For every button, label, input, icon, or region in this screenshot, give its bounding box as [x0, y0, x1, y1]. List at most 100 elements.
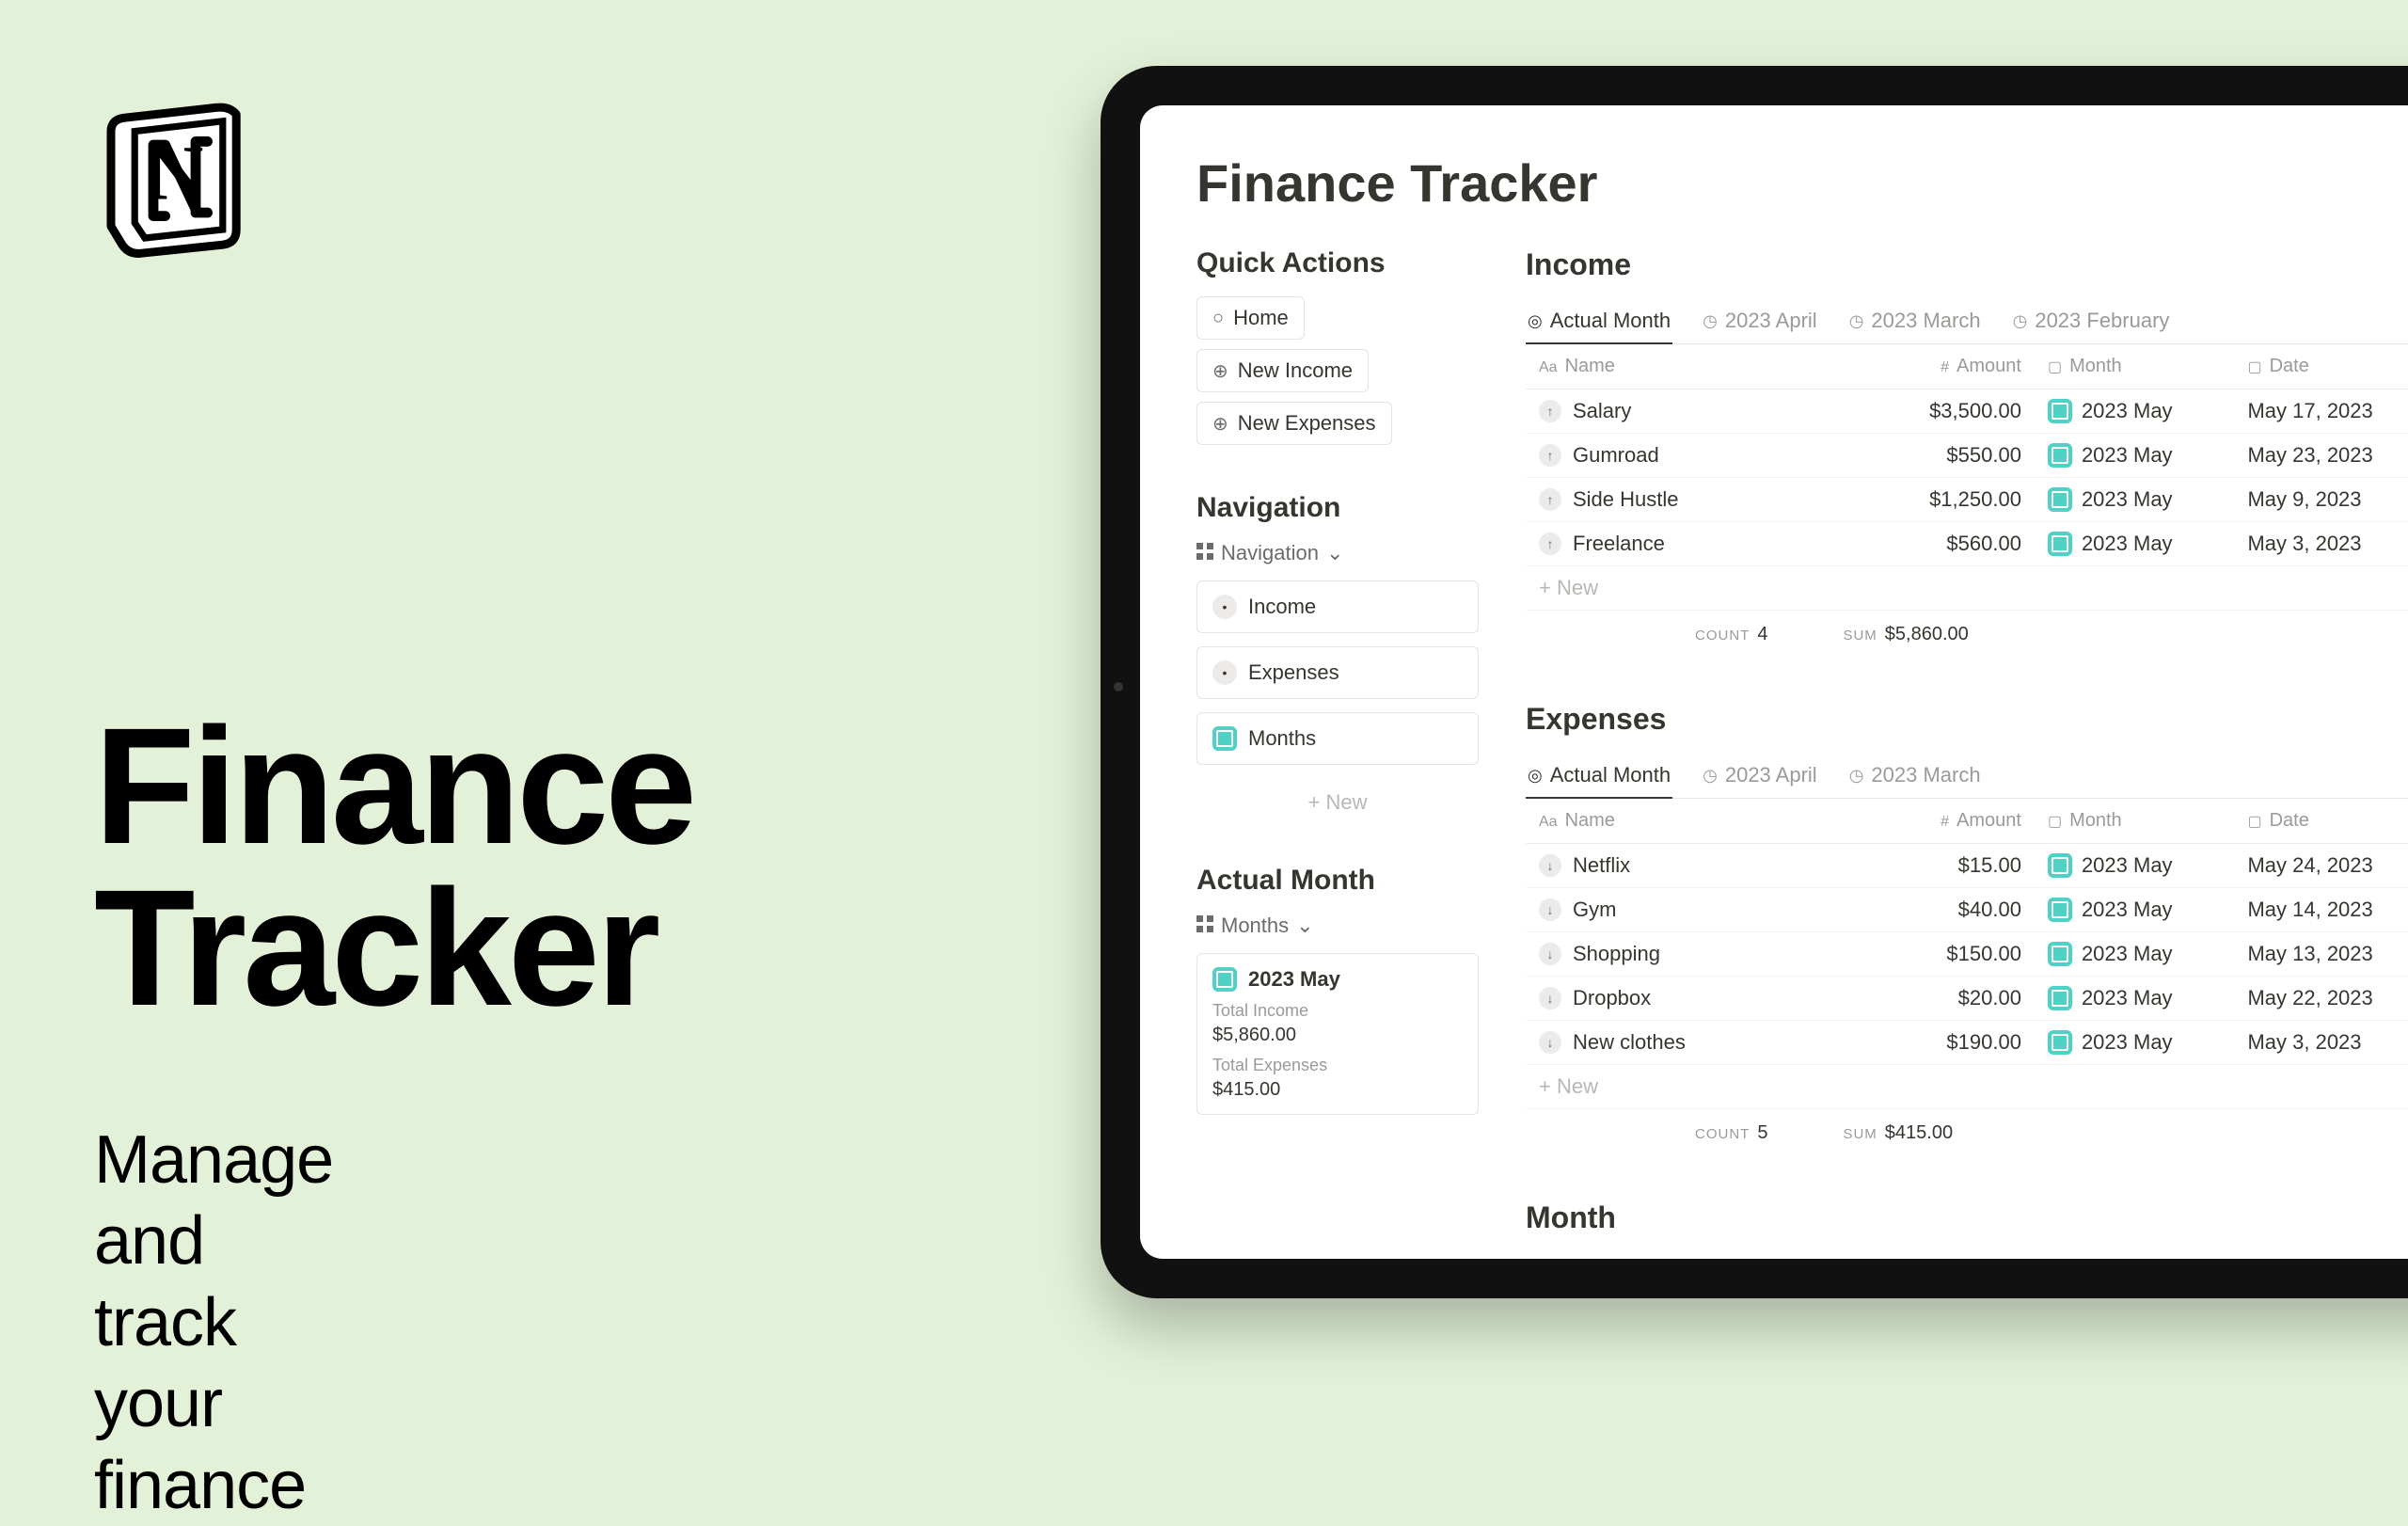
expenses-sum-label: SUM — [1843, 1126, 1877, 1142]
row-amount: $40.00 — [1853, 888, 2035, 932]
row-amount: $150.00 — [1853, 932, 2035, 977]
plus-circle-icon: ⊕ — [1212, 359, 1228, 383]
total-expenses-value: $415.00 — [1212, 1079, 1463, 1101]
arrow-up-icon: ↑ — [1539, 400, 1561, 422]
income-new-row[interactable]: + New — [1526, 566, 2408, 611]
date-icon: ▢ — [2247, 359, 2261, 375]
tab-actual-month[interactable]: ◎Actual Month — [1526, 299, 1672, 344]
tab-2023-february[interactable]: ◷2023 February — [2011, 299, 2172, 344]
row-name: Side Hustle — [1573, 487, 1679, 512]
target-icon: ◎ — [1528, 311, 1543, 331]
date-icon: ▢ — [2247, 814, 2261, 830]
tab-actual-month[interactable]: ◎Actual Month — [1526, 754, 1672, 799]
row-amount: $1,250.00 — [1853, 478, 2035, 522]
table-row[interactable]: ↓Gym$40.002023 MayMay 14, 2023 — [1526, 888, 2408, 932]
clock-icon: ◷ — [1703, 766, 1718, 786]
calendar-icon — [2048, 898, 2072, 922]
arrow-down-icon: ↓ — [1539, 854, 1561, 877]
clock-icon: ◷ — [1849, 766, 1864, 786]
tablet-frame: Finance Tracker Quick Actions ○ Home ⊕ N… — [1101, 66, 2408, 1298]
expenses-table: AaName #Amount ▢Month ▢Date ↓Netflix$15.… — [1526, 799, 2408, 1109]
tab-2023-march[interactable]: ◷2023 March — [1847, 299, 1983, 344]
table-row[interactable]: ↓New clothes$190.002023 MayMay 3, 2023 — [1526, 1021, 2408, 1065]
months-heading: Month — [1526, 1200, 2408, 1235]
clock-icon: ◷ — [1703, 311, 1718, 331]
expenses-heading: Expenses — [1526, 702, 2408, 737]
expenses-new-row[interactable]: + New — [1526, 1065, 2408, 1109]
table-row[interactable]: ↓Shopping$150.002023 MayMay 13, 2023 — [1526, 932, 2408, 977]
row-date: May 9, 2023 — [2234, 478, 2408, 522]
text-icon: Aa — [1539, 359, 1558, 375]
calendar-icon — [2048, 942, 2072, 966]
nav-card-income[interactable]: •Income — [1196, 580, 1479, 633]
expenses-sum-value: $415.00 — [1885, 1122, 1953, 1143]
quick-action-new-income[interactable]: ⊕ New Income — [1196, 349, 1369, 392]
quick-action-label: New Expenses — [1238, 411, 1376, 436]
tab-2023-april[interactable]: ◷2023 April — [1701, 299, 1819, 344]
income-heading: Income — [1526, 247, 2408, 282]
total-income-label: Total Income — [1212, 1001, 1463, 1021]
income-count-value: 4 — [1757, 624, 1767, 644]
months-view-selector[interactable]: Months ⌄ — [1196, 914, 1479, 938]
row-month: 2023 May — [2082, 532, 2173, 556]
income-tabs: ◎Actual Month ◷2023 April ◷2023 March ◷2… — [1526, 299, 2408, 344]
number-icon: # — [1941, 359, 1949, 375]
actual-month-card[interactable]: 2023 May Total Income $5,860.00 Total Ex… — [1196, 953, 1479, 1115]
tab-2023-april[interactable]: ◷2023 April — [1701, 754, 1819, 799]
actual-month-heading: Actual Month — [1196, 865, 1479, 897]
arrow-up-icon: ↑ — [1539, 488, 1561, 511]
notion-logo: N — [94, 94, 263, 268]
total-income-value: $5,860.00 — [1212, 1025, 1463, 1046]
table-row[interactable]: ↑Salary$3,500.002023 MayMay 17, 2023 — [1526, 389, 2408, 434]
chevron-down-icon: ⌄ — [1296, 914, 1313, 938]
row-amount: $15.00 — [1853, 844, 2035, 888]
calendar-icon — [2048, 399, 2072, 423]
row-date: May 14, 2023 — [2234, 888, 2408, 932]
calendar-icon — [2048, 443, 2072, 468]
quick-action-home[interactable]: ○ Home — [1196, 296, 1305, 340]
home-icon: ○ — [1212, 308, 1224, 329]
row-date: May 3, 2023 — [2234, 522, 2408, 566]
row-name: New clothes — [1573, 1030, 1686, 1055]
quick-action-label: Home — [1233, 306, 1289, 330]
income-sum-value: $5,860.00 — [1885, 624, 1969, 644]
row-name: Dropbox — [1573, 986, 1651, 1010]
bullet-icon: • — [1212, 595, 1237, 619]
income-sum-label: SUM — [1843, 628, 1877, 644]
table-row[interactable]: ↓Dropbox$20.002023 MayMay 22, 2023 — [1526, 977, 2408, 1021]
nav-card-expenses[interactable]: •Expenses — [1196, 646, 1479, 699]
row-date: May 22, 2023 — [2234, 977, 2408, 1021]
row-name: Netflix — [1573, 853, 1630, 878]
row-date: May 23, 2023 — [2234, 434, 2408, 478]
nav-new-button[interactable]: + New — [1196, 778, 1479, 827]
row-amount: $560.00 — [1853, 522, 2035, 566]
chevron-down-icon: ⌄ — [1326, 541, 1343, 565]
calendar-icon: ▢ — [2048, 814, 2062, 830]
row-name: Freelance — [1573, 532, 1665, 556]
table-row[interactable]: ↓Netflix$15.002023 MayMay 24, 2023 — [1526, 844, 2408, 888]
plus-circle-icon: ⊕ — [1212, 412, 1228, 436]
table-row[interactable]: ↑Side Hustle$1,250.002023 MayMay 9, 2023 — [1526, 478, 2408, 522]
table-row[interactable]: ↑Freelance$560.002023 MayMay 3, 2023 — [1526, 522, 2408, 566]
navigation-heading: Navigation — [1196, 492, 1479, 524]
app-screen: Finance Tracker Quick Actions ○ Home ⊕ N… — [1140, 105, 2408, 1259]
nav-card-months[interactable]: Months — [1196, 712, 1479, 765]
row-amount: $550.00 — [1853, 434, 2035, 478]
row-date: May 13, 2023 — [2234, 932, 2408, 977]
quick-action-new-expenses[interactable]: ⊕ New Expenses — [1196, 402, 1392, 445]
table-row[interactable]: ↑Gumroad$550.002023 MayMay 23, 2023 — [1526, 434, 2408, 478]
calendar-icon — [2048, 532, 2072, 556]
total-expenses-label: Total Expenses — [1212, 1056, 1463, 1075]
row-date: May 17, 2023 — [2234, 389, 2408, 434]
tab-2023-march[interactable]: ◷2023 March — [1847, 754, 1983, 799]
calendar-icon — [2048, 1030, 2072, 1055]
row-amount: $190.00 — [1853, 1021, 2035, 1065]
calendar-icon — [1212, 726, 1237, 751]
bullet-icon: • — [1212, 660, 1237, 685]
arrow-down-icon: ↓ — [1539, 898, 1561, 921]
grid-icon — [1196, 541, 1213, 565]
calendar-icon: ▢ — [2048, 359, 2062, 375]
navigation-view-selector[interactable]: Navigation ⌄ — [1196, 541, 1479, 565]
row-month: 2023 May — [2082, 443, 2173, 468]
expenses-count-label: COUNT — [1695, 1126, 1750, 1142]
